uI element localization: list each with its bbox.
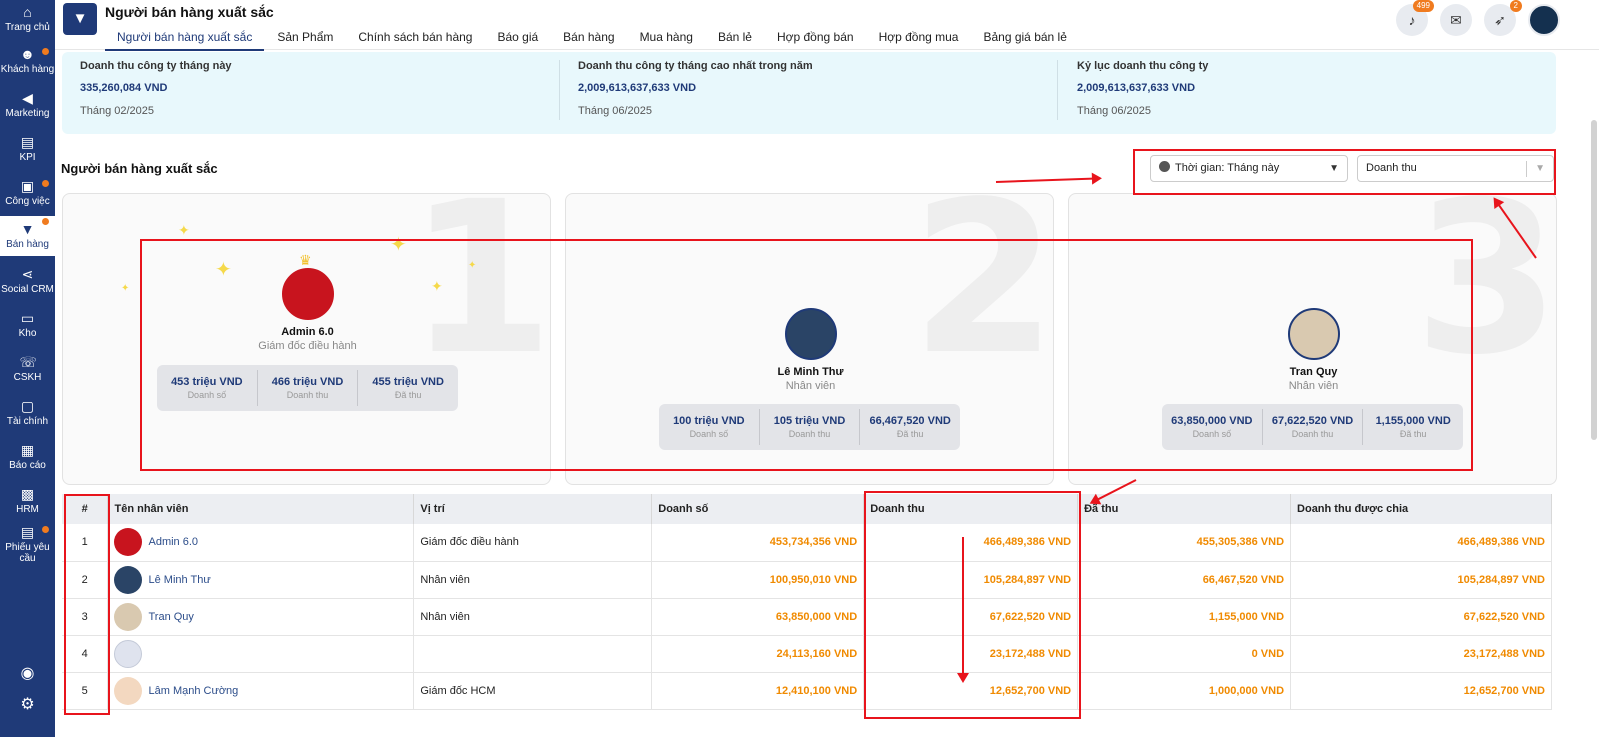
avatar-placeholder [114, 639, 143, 668]
sidebar: ⌂ Trang chủ ☻ Khách hàng ◀ Marketing ▤ KPI ▣… [0, 0, 55, 737]
notification-badge: 499 [1412, 0, 1434, 12]
employee-name-link[interactable]: Lê Minh Thư [148, 574, 210, 586]
cart-icon[interactable]: ▼ [63, 3, 97, 35]
table-row[interactable]: 4 24,113,160 VND 23,172,488 VND 0 VND 23… [62, 635, 1552, 673]
tab-bar: Người bán hàng xuất sắc Sản Phẩm Chính s… [105, 28, 1080, 51]
summary-record: Kỷ lục doanh thu công ty 2,009,613,637,6… [1077, 60, 1209, 117]
column-header[interactable]: Vị trí [413, 494, 653, 524]
finance-icon: ▢ [20, 398, 35, 414]
tab-products[interactable]: Sản Phẩm [265, 28, 345, 51]
annotation-box-podium [140, 239, 1473, 471]
employee-name-link[interactable]: Tran Quy [148, 611, 193, 623]
home-icon: ⌂ [23, 4, 32, 20]
sidebar-item-finance[interactable]: ▢ Tài chính [0, 398, 55, 427]
divider [559, 60, 560, 120]
avatar [114, 602, 143, 631]
table-header-row: # Tên nhân viên Vị trí Doanh số Doanh th… [62, 494, 1552, 524]
notification-dot [42, 48, 49, 55]
column-header[interactable]: Doanh thu được chia [1290, 494, 1552, 524]
sidebar-item-hrm[interactable]: ▩ HRM [0, 486, 55, 515]
avatar [114, 528, 143, 557]
sidebar-item-customers[interactable]: ☻ Khách hàng [0, 46, 55, 75]
column-header[interactable]: Doanh số [651, 494, 865, 524]
annotation-box-index [64, 494, 110, 715]
sidebar-item-reports[interactable]: ▦ Báo cáo [0, 442, 55, 471]
annotation-arrow [995, 177, 1100, 183]
employee-name-link[interactable]: Lâm Mạnh Cường [148, 685, 238, 697]
tab-retail[interactable]: Bán lẻ [706, 28, 764, 51]
sidebar-item-tasks[interactable]: ▣ Công việc [0, 178, 55, 207]
tab-purchase-contracts[interactable]: Hợp đồng mua [867, 28, 971, 51]
share-icon: ⋖ [21, 266, 34, 282]
bell-icon[interactable]: ♪ 499 [1396, 0, 1434, 36]
notification-dot [42, 180, 49, 187]
users-icon: ☻ [20, 46, 35, 62]
sidebar-item-support[interactable]: ☏ CSKH [0, 354, 55, 383]
tab-retail-price-list[interactable]: Bảng giá bán lẻ [971, 28, 1078, 51]
gear-icon[interactable]: ⚙ [0, 694, 55, 714]
support-icon[interactable]: ◉ [0, 663, 55, 683]
report-icon: ▦ [20, 442, 35, 458]
notification-dot [42, 218, 49, 225]
column-header[interactable]: Tên nhân viên [107, 494, 415, 524]
sidebar-item-home[interactable]: ⌂ Trang chủ [0, 4, 55, 33]
tab-sales-policy[interactable]: Chính sách bán hàng [346, 28, 484, 51]
sidebar-item-marketing[interactable]: ◀ Marketing [0, 90, 55, 119]
avatar [114, 676, 143, 705]
header: ▼ Người bán hàng xuất sắc Người bán hàng… [55, 0, 1599, 51]
column-header[interactable]: Đã thu [1077, 494, 1292, 524]
phone-icon: ☏ [19, 354, 38, 370]
tab-quotes[interactable]: Báo giá [485, 28, 550, 51]
page-title: Người bán hàng xuất sắc [105, 4, 274, 20]
briefcase-icon: ▣ [20, 178, 35, 194]
sales-table: # Tên nhân viên Vị trí Doanh số Doanh th… [62, 494, 1552, 710]
revenue-summary: Doanh thu công ty tháng này 335,260,084 … [62, 52, 1556, 134]
tab-sales-contracts[interactable]: Hợp đồng bán [765, 28, 866, 51]
annotation-box-revenue [864, 491, 1081, 719]
summary-current-month: Doanh thu công ty tháng này 335,260,084 … [80, 60, 232, 117]
notification-dot [42, 526, 49, 533]
avatar [114, 565, 143, 594]
megaphone-icon: ◀ [22, 90, 33, 106]
id-card-icon: ▩ [20, 486, 35, 502]
tab-purchases[interactable]: Mua hàng [628, 28, 705, 51]
cart-icon: ▼ [20, 221, 35, 237]
summary-highest-month: Doanh thu công ty tháng cao nhất trong n… [578, 60, 813, 117]
table-row[interactable]: 2 Lê Minh Thư Nhân viên 100,950,010 VND … [62, 561, 1552, 599]
tab-sales[interactable]: Bán hàng [551, 28, 626, 51]
table-row[interactable]: 1 Admin 6.0 Giám đốc điều hành 453,734,3… [62, 524, 1552, 562]
chat-icon[interactable]: ✉ [1440, 4, 1472, 36]
rocket-badge: 2 [1509, 0, 1522, 12]
table-row[interactable]: 5 Lâm Mạnh Cường Giám đốc HCM 12,410,100… [62, 672, 1552, 710]
rocket-icon[interactable]: ➶ 2 [1484, 0, 1522, 36]
chart-icon: ▤ [20, 134, 35, 150]
tab-top-sellers[interactable]: Người bán hàng xuất sắc [105, 28, 265, 51]
employee-name-link[interactable]: Admin 6.0 [148, 536, 198, 548]
warehouse-icon: ▭ [20, 310, 35, 326]
annotation-box-filters [1133, 149, 1556, 195]
sidebar-item-sales[interactable]: ▼ Bán hàng [0, 216, 55, 256]
sidebar-item-requests[interactable]: ▤ Phiếu yêu cầu [0, 524, 55, 564]
sidebar-item-social-crm[interactable]: ⋖ Social CRM [0, 266, 55, 295]
section-title: Người bán hàng xuất sắc [61, 161, 218, 176]
annotation-arrow [962, 537, 964, 681]
sidebar-item-warehouse[interactable]: ▭ Kho [0, 310, 55, 339]
divider [1057, 60, 1058, 120]
sparkle-icon: ✦ [178, 222, 190, 238]
request-icon: ▤ [20, 524, 35, 540]
table-row[interactable]: 3 Tran Quy Nhân viên 63,850,000 VND 67,6… [62, 598, 1552, 636]
sidebar-item-kpi[interactable]: ▤ KPI [0, 134, 55, 163]
avatar[interactable] [1528, 4, 1560, 36]
scrollbar[interactable] [1591, 120, 1597, 440]
